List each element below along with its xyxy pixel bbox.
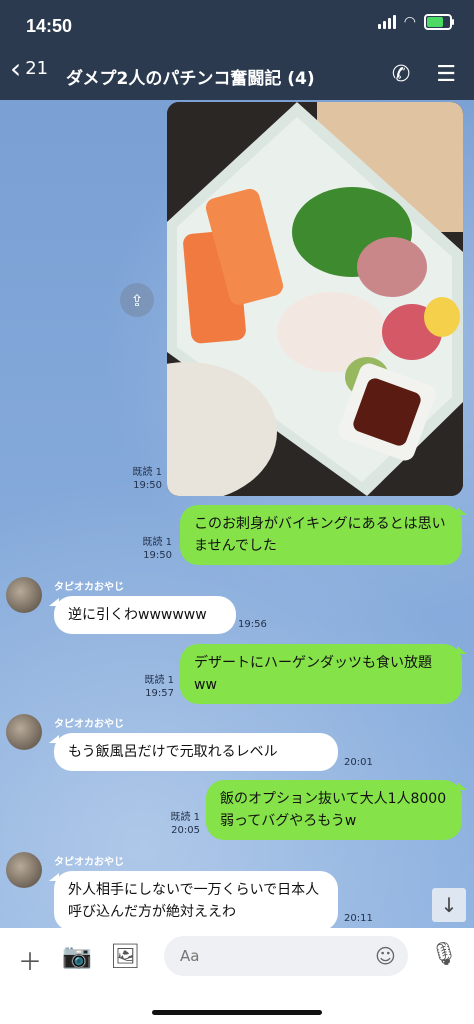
message-bubble-sent[interactable]: 飯のオプション抜いて大人1人8000弱ってバグやろもうw [206, 780, 467, 840]
photo-message[interactable] [167, 102, 463, 496]
chat-title: ダメプ2人のパチンコ奮闘記 (4) [66, 69, 315, 89]
arrow-down-icon: ↓ [440, 893, 458, 917]
status-icons: ◠ [377, 14, 454, 30]
menu-icon[interactable]: ☰ [436, 62, 456, 87]
avatar[interactable] [6, 714, 42, 750]
battery-icon [424, 14, 454, 30]
sender-name: タピオカおやじ [54, 719, 124, 730]
message-bubble-received[interactable]: もう飯風呂だけで元取れるレベル [49, 733, 338, 771]
image-icon[interactable]: 🖼 [110, 942, 140, 970]
status-time: 14:50 [26, 16, 73, 36]
timestamp: 20:01 [344, 757, 373, 768]
timestamp: 20:11 [344, 913, 373, 924]
timestamp: 20:05 [171, 825, 200, 836]
message-meta: 既読 1 20:05 [160, 811, 200, 837]
emoji-icon[interactable]: ☺ [375, 944, 396, 968]
timestamp: 19:50 [133, 480, 162, 491]
message-bubble-received[interactable]: 逆に引くわwwwwww [49, 596, 236, 634]
avatar[interactable] [6, 577, 42, 613]
nav-actions: ✆ ☰ [392, 62, 456, 87]
photo-meta: 既読 1 19:50 [122, 466, 162, 492]
camera-icon[interactable]: 📷 [62, 942, 92, 970]
message-bubble-sent[interactable]: デザートにハーゲンダッツも食い放題ww [180, 644, 467, 704]
message-bubble-received[interactable]: 外人相手にしないで一万くらいで日本人呼び込んだ方が絶対ええわ [49, 871, 338, 931]
read-receipt: 既読 1 [170, 812, 200, 823]
message-bubble-sent[interactable]: このお刺身がバイキングにあるとは思いませんでした [180, 505, 467, 565]
timestamp: 19:57 [145, 688, 174, 699]
timestamp: 19:56 [238, 619, 267, 630]
read-receipt: 既読 1 [142, 537, 172, 548]
plus-icon[interactable]: ＋ [18, 942, 42, 977]
message-input[interactable] [164, 936, 408, 976]
message-meta: 既読 1 19:57 [134, 674, 174, 700]
sashimi-photo [167, 102, 463, 496]
timestamp: 19:50 [143, 550, 172, 561]
phone-icon[interactable]: ✆ [392, 62, 410, 87]
wifi-icon: ◠ [403, 14, 416, 30]
chevron-left-icon: ‹ [10, 51, 22, 85]
message-meta: 既読 1 19:50 [132, 536, 172, 562]
share-icon[interactable]: ⇪ [120, 283, 154, 317]
read-receipt: 既読 1 [144, 675, 174, 686]
scroll-down-button[interactable]: ↓ [432, 888, 466, 922]
unread-count: 21 [25, 58, 49, 79]
home-indicator [152, 1010, 322, 1015]
signal-icon [377, 15, 396, 29]
avatar[interactable] [6, 852, 42, 888]
sender-name: タピオカおやじ [54, 857, 124, 868]
microphone-icon[interactable]: 🎙 [430, 942, 458, 967]
read-receipt: 既読 1 [132, 467, 162, 478]
back-button[interactable]: ‹ 21 [10, 51, 49, 85]
top-bar: 14:50 ◠ ‹ 21 ダメプ2人のパチンコ奮闘記 (4) ✆ ☰ [0, 0, 474, 100]
sender-name: タピオカおやじ [54, 582, 124, 593]
